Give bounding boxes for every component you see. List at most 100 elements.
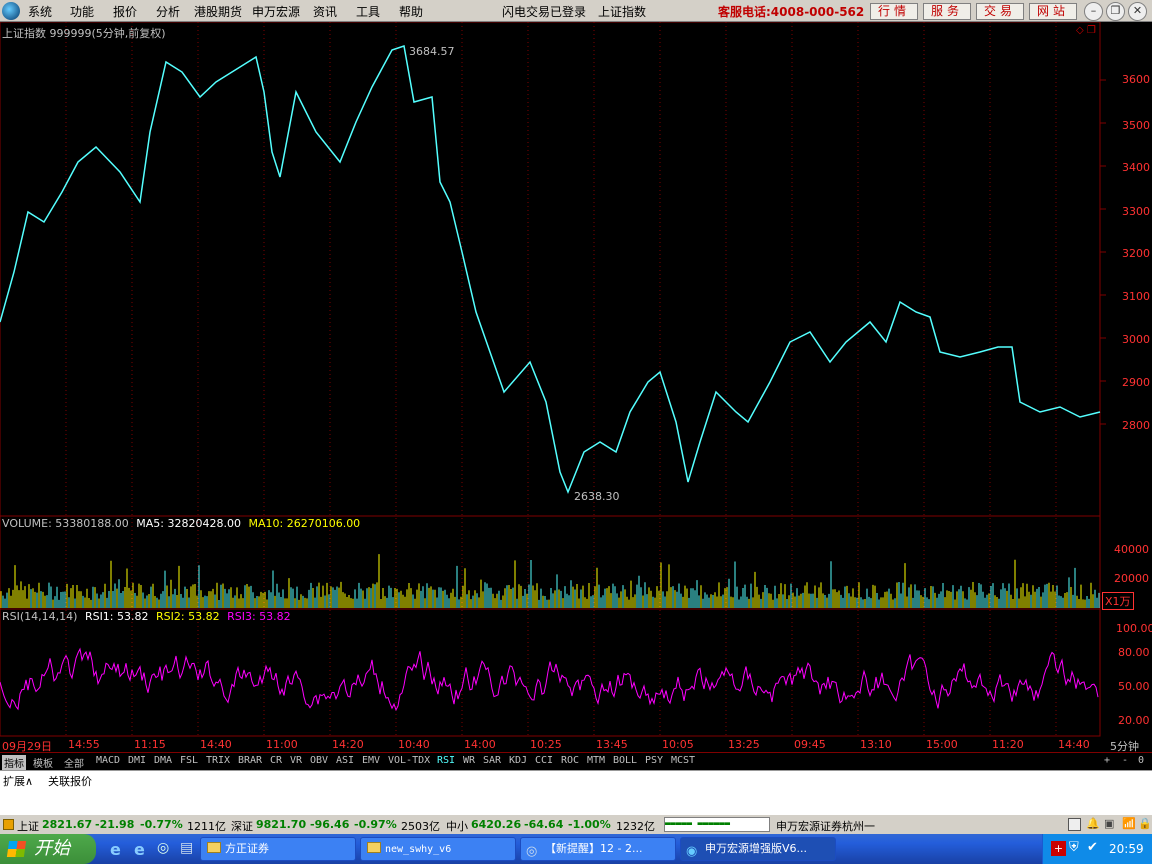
price-tick: 3200 [1122, 247, 1150, 260]
high-price-label: 3684.57 [409, 45, 455, 58]
chart-canvas[interactable] [0, 22, 1152, 752]
indicator-tab[interactable]: CCI [535, 755, 553, 766]
taskbar-task[interactable]: 方正证券 [200, 837, 356, 861]
taskbar-task-active[interactable]: ◉ 申万宏源增强版V6... [680, 837, 836, 861]
trade-button[interactable]: 交易 [976, 3, 1024, 20]
price-tick: 2800 [1122, 419, 1150, 432]
taskbar-task[interactable]: ◎ 【新提醒】12 - 2... [520, 837, 676, 861]
monitor-icon[interactable]: ▣ [1104, 817, 1114, 830]
x-axis-label: 14:00 [464, 738, 496, 751]
rsi1-value: 53.82 [117, 610, 149, 623]
bell-icon[interactable]: 🔔 [1086, 817, 1100, 830]
minimize-icon[interactable]: – [1084, 2, 1103, 21]
menu-item-analysis[interactable]: 分析 [156, 3, 180, 20]
menu-item-tools[interactable]: 工具 [356, 3, 380, 20]
layout-icon[interactable] [1068, 818, 1081, 831]
menu-item-function[interactable]: 功能 [70, 3, 94, 20]
indicator-tab[interactable]: MACD [96, 755, 120, 766]
reset-button[interactable]: 0 [1138, 755, 1144, 766]
related-quote-tab[interactable]: 关联报价 [48, 773, 92, 789]
volume-tick: 20000 [1114, 572, 1149, 585]
extend-bar: 扩展∧ 关联报价 [0, 770, 1152, 788]
broker-name: 申万宏源证券杭州一 [776, 820, 875, 833]
x-axis-label: 11:20 [992, 738, 1024, 751]
restore-icon[interactable]: ❐ [1106, 2, 1125, 21]
indicator-tab[interactable]: 全部 [64, 755, 84, 770]
indicator-tab[interactable]: MCST [671, 755, 695, 766]
indicator-tab[interactable]: VOL-TDX [388, 755, 430, 766]
indicator-tab[interactable]: WR [463, 755, 475, 766]
indicator-tab[interactable]: VR [290, 755, 302, 766]
browser-icon[interactable]: ◎ [157, 840, 169, 856]
rsi-header: RSI(14,14,14) RSI1: 53.82 RSI2: 53.82 RS… [2, 610, 291, 623]
indicator-tab[interactable]: ASI [336, 755, 354, 766]
indicator-tab[interactable]: MTM [587, 755, 605, 766]
volume-value: 53380188.00 [55, 517, 129, 530]
app-task-icon: ◉ [686, 844, 698, 859]
indicator-tab[interactable]: FSL [180, 755, 198, 766]
price-panel-border [0, 22, 1101, 517]
indicator-tab-active[interactable]: RSI [437, 755, 455, 766]
panel-toggle-icon[interactable]: ◇ ❐ [1076, 25, 1096, 36]
ie-icon[interactable]: e [110, 840, 121, 859]
zoom-in-button[interactable]: + [1104, 755, 1110, 766]
indicator-tab[interactable]: PSY [645, 755, 663, 766]
lock-icon[interactable]: 🔒 [1138, 817, 1152, 830]
indicator-tab[interactable]: EMV [362, 755, 380, 766]
menu-item-system[interactable]: 系统 [28, 3, 52, 20]
extend-tab[interactable]: 扩展∧ [3, 773, 33, 789]
menu-item-news[interactable]: 资讯 [313, 3, 337, 20]
sz-amount: 2503亿 [401, 820, 440, 833]
indicator-tab[interactable]: OBV [310, 755, 328, 766]
rsi-tick: 100.00 [1116, 622, 1152, 635]
sz-pct: -0.97% [354, 818, 397, 831]
service-button[interactable]: 服务 [923, 3, 971, 20]
sh-name: 上证 [17, 820, 39, 833]
menu-item-help[interactable]: 帮助 [399, 3, 423, 20]
indicator-tab[interactable]: DMA [154, 755, 172, 766]
indicator-tab[interactable]: BRAR [238, 755, 262, 766]
ma10-value: 26270106.00 [286, 517, 361, 530]
website-button[interactable]: 网站 [1029, 3, 1077, 20]
desktop-icon[interactable]: ▤ [180, 840, 193, 856]
menu-item-hk-futures[interactable]: 港股期货 [194, 3, 242, 20]
folder-icon [367, 842, 381, 853]
indicator-tab-bar: 指标 模板 全部 MACD DMI DMA FSL TRIX BRAR CR V… [0, 752, 1152, 770]
price-tick: 3400 [1122, 161, 1150, 174]
tray-flag-icon[interactable]: + [1051, 841, 1066, 856]
indicator-tab[interactable]: CR [270, 755, 282, 766]
indicator-tab[interactable]: BOLL [613, 755, 637, 766]
start-label: 开始 [34, 838, 70, 859]
price-tick: 3300 [1122, 205, 1150, 218]
indicator-tab[interactable]: DMI [128, 755, 146, 766]
zoom-out-button[interactable]: - [1122, 755, 1128, 766]
menu-item-swhy[interactable]: 申万宏源 [252, 3, 300, 20]
indicator-tab[interactable]: SAR [483, 755, 501, 766]
indicator-tab[interactable]: KDJ [509, 755, 527, 766]
zx-name: 中小 [446, 820, 468, 833]
rsi-params: RSI(14,14,14) [2, 610, 78, 623]
start-button[interactable]: 开始 [0, 834, 96, 864]
task-label: 申万宏源增强版V6... [705, 842, 808, 855]
chart-area[interactable]: 上证指数 999999(5分钟,前复权) ◇ ❐ 3684.57 2638.30… [0, 22, 1152, 753]
x-axis-label: 10:40 [398, 738, 430, 751]
menu-item-quote[interactable]: 报价 [113, 3, 137, 20]
extend-panel [0, 788, 1152, 814]
indicator-tab[interactable]: 模板 [33, 755, 53, 770]
indicator-tab[interactable]: TRIX [206, 755, 230, 766]
indicator-tab[interactable]: ROC [561, 755, 579, 766]
price-tick: 3000 [1122, 333, 1150, 346]
zx-change: -64.64 [524, 818, 564, 831]
tray-shield-icon[interactable]: ⛨ [1069, 840, 1079, 855]
indicator-tab[interactable]: 指标 [2, 755, 26, 770]
x-axis-label: 13:25 [728, 738, 760, 751]
rsi-tick: 20.00 [1118, 714, 1150, 727]
tray-check-icon[interactable]: ✔ [1087, 840, 1098, 855]
taskbar-task[interactable]: new_swhy_v6 [360, 837, 516, 861]
close-icon[interactable]: ✕ [1128, 2, 1147, 21]
market-button[interactable]: 行情 [870, 3, 918, 20]
task-label: 【新提醒】12 - 2... [545, 842, 643, 855]
ie-icon[interactable]: e [134, 840, 145, 859]
x-axis-label: 14:40 [1058, 738, 1090, 751]
zx-amount: 1232亿 [616, 820, 655, 833]
